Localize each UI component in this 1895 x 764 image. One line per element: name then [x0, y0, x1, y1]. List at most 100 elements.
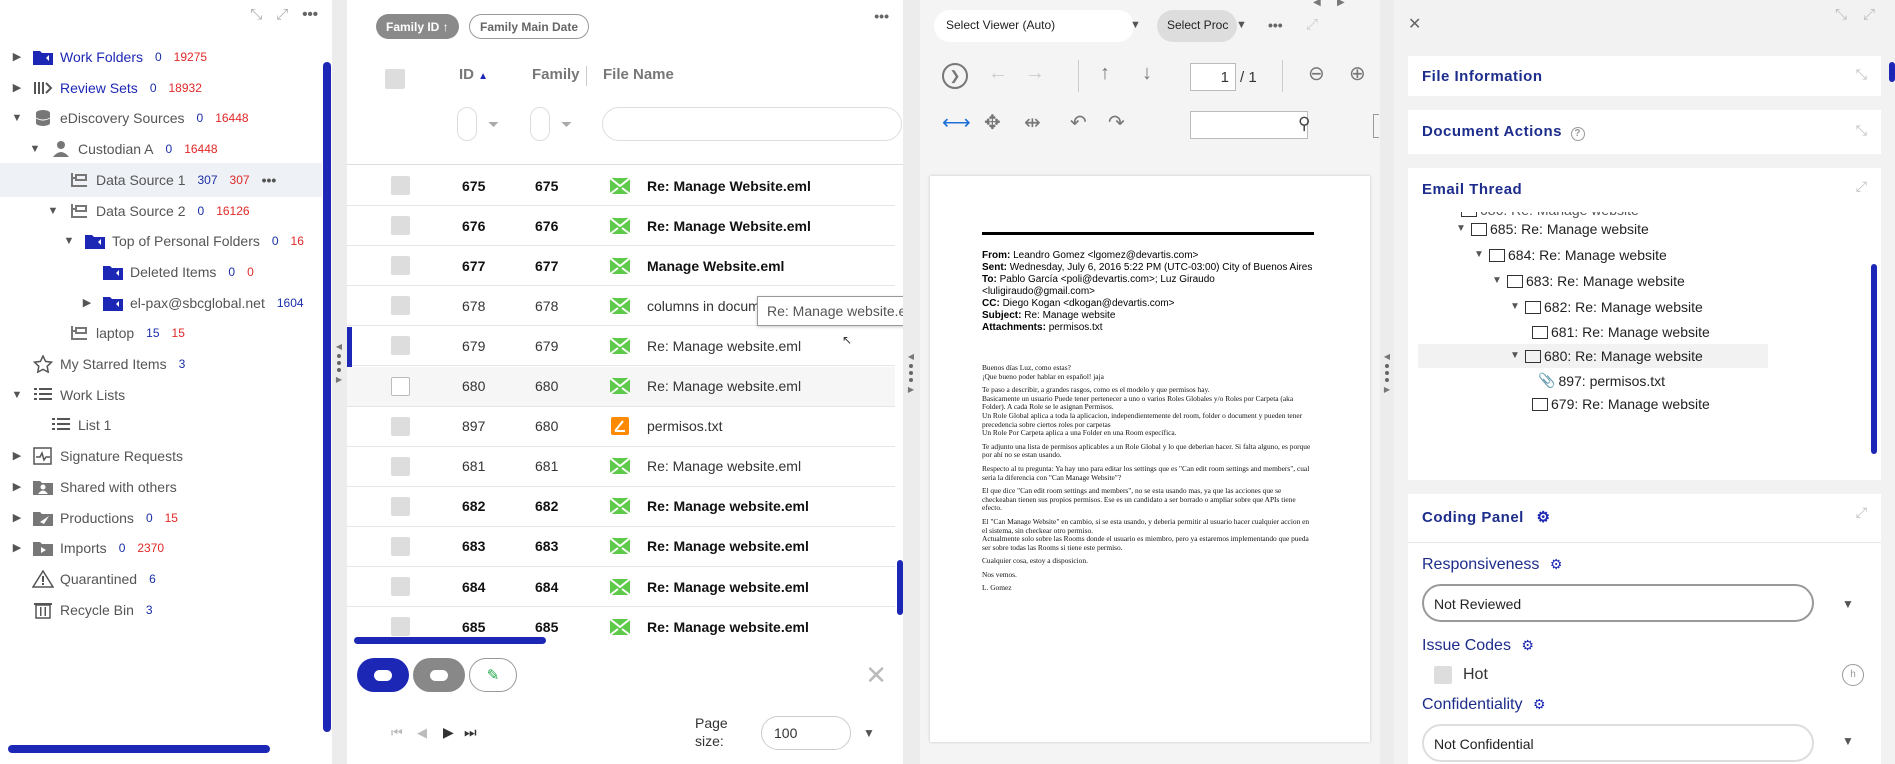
table-row[interactable]: 679 679 Re: Manage website.eml [347, 326, 895, 367]
row-checkbox[interactable] [391, 496, 410, 516]
row-filename[interactable]: Manage Website.eml [647, 258, 895, 274]
thread-item[interactable]: ▼686: Re: Manage website [1444, 212, 1639, 218]
select-all-checkbox[interactable] [385, 69, 405, 89]
filter-icon[interactable]: ⏷ [561, 116, 572, 133]
file-information-title[interactable]: File Information [1422, 68, 1543, 85]
thread-item[interactable]: ▼ 684: Re: Manage website [1472, 247, 1667, 263]
pan-icon[interactable]: ✥ [984, 110, 1001, 135]
thread-item[interactable]: ▼ 685: Re: Manage website [1454, 221, 1649, 237]
tree-item-data-source-2[interactable]: ▼ Data Source 2 0 16126 [0, 194, 322, 228]
zoom-in-icon[interactable]: ⊕ [1349, 61, 1366, 86]
coding-panel-title[interactable]: Coding Panel ⚙ [1422, 508, 1550, 526]
row-checkbox[interactable] [391, 456, 410, 476]
chevron-down-icon[interactable]: ▼ [1236, 19, 1247, 31]
collapse-arrow-icon[interactable]: ▼ [46, 204, 60, 218]
row-filename[interactable]: Re: Manage website.eml [647, 619, 895, 635]
file-information-section[interactable]: File Information ⤡ [1408, 56, 1881, 96]
filter-icon[interactable]: ⏷ [488, 116, 499, 133]
left-splitter[interactable]: ◀ ▶ [332, 0, 347, 764]
zoom-out-icon[interactable]: ⊖ [1308, 61, 1325, 86]
tree-item-productions[interactable]: ▶ Productions 0 15 [0, 501, 322, 535]
gear-icon[interactable]: ⚙ [1521, 637, 1534, 653]
table-row[interactable]: 675 675 Re: Manage Website.eml [347, 166, 895, 206]
collapse-arrow-icon[interactable]: ▼ [1508, 300, 1522, 314]
collapse-arrow-icon[interactable]: ▼ [28, 142, 42, 156]
prev-page-icon[interactable]: ◀ [417, 725, 427, 741]
column-header-filename[interactable]: File Name [603, 66, 674, 83]
row-filename[interactable]: Re: Manage Website.eml [647, 218, 895, 234]
back-arrow-icon[interactable]: ← [988, 62, 1008, 85]
upload-cloud-button[interactable] [357, 658, 409, 692]
tree-item-laptop[interactable]: laptop 15 15 [0, 316, 322, 350]
tree-item-custodian-a[interactable]: ▼ Custodian A 0 16448 [0, 132, 322, 166]
responsiveness-select[interactable]: Not Reviewed [1422, 584, 1814, 622]
gear-icon[interactable]: ⚙ [1550, 556, 1563, 572]
grid-more-options-icon[interactable]: ••• [874, 8, 889, 24]
expand-icon[interactable]: ⤢ [1856, 178, 1867, 195]
id-filter-input[interactable] [457, 107, 477, 141]
gear-icon[interactable]: ⚙ [1537, 509, 1551, 526]
fit-width-icon[interactable]: ⟷ [942, 110, 971, 135]
rotate-left-icon[interactable]: ↶ [1070, 110, 1087, 135]
expand-arrow-icon[interactable]: ▶ [10, 81, 24, 95]
page-size-input[interactable]: 100 [761, 716, 851, 750]
binoculars-icon[interactable]: ⚲ [1298, 114, 1310, 134]
row-checkbox[interactable] [391, 577, 410, 596]
tree-item-top-of-personal-folders[interactable]: ▼ Top of Personal Folders 0 16 [0, 224, 322, 258]
fit-page-icon[interactable]: ⇹ [1024, 110, 1041, 135]
expand-icon[interactable]: ⤢ [276, 6, 288, 23]
tree-item-data-source-1[interactable]: Data Source 1 307 307 ••• [0, 162, 322, 197]
row-checkbox[interactable] [391, 336, 410, 356]
collapse-arrow-icon[interactable]: ▼ [1472, 248, 1486, 262]
page-number-input[interactable]: 1 [1190, 63, 1236, 91]
help-icon[interactable]: ? [1570, 127, 1585, 141]
sort-chip-family-id[interactable]: Family ID ↑ [376, 14, 459, 39]
rotate-right-icon[interactable]: ↷ [1108, 110, 1125, 135]
document-actions-section[interactable]: Document Actions ? ⤡ [1408, 110, 1881, 154]
gear-icon[interactable]: ⚙ [1533, 696, 1546, 712]
sort-chip-family-date[interactable]: Family Main Date [469, 14, 590, 39]
tree-horizontal-scrollbar[interactable] [8, 745, 270, 753]
tree-item-shared-with-others[interactable]: ▶ Shared with others [0, 470, 322, 504]
tree-item-deleted-items[interactable]: Deleted Items 0 0 [0, 255, 322, 289]
more-options-icon[interactable]: ••• [302, 6, 318, 23]
row-checkbox[interactable] [391, 376, 410, 396]
collapse-icon[interactable]: ⤡ [1856, 66, 1867, 83]
tree-item-my-starred-items[interactable]: My Starred Items 3 [0, 347, 322, 381]
tree-item-recycle-bin[interactable]: Recycle Bin 3 [0, 593, 322, 627]
first-page-icon[interactable]: ⏮ [391, 725, 403, 741]
table-row[interactable]: 676 676 Re: Manage Website.eml [347, 206, 895, 247]
thread-item[interactable]: ▼ 680: Re: Manage website [1418, 344, 1768, 368]
grid-horizontal-scrollbar[interactable] [354, 637, 546, 644]
tree-item-work-folders[interactable]: ▶ Work Folders 0 19275 [0, 40, 322, 74]
row-filename[interactable]: Re: Manage website.eml [647, 579, 895, 595]
row-checkbox[interactable] [391, 536, 410, 556]
middle-splitter[interactable]: ◀ ▶ [903, 0, 920, 764]
next-arrow-icon[interactable]: ▶ [1337, 0, 1345, 8]
collapse-icon[interactable]: ⤡ [1856, 122, 1867, 139]
collapse-arrow-icon[interactable]: ▼ [1508, 349, 1522, 363]
table-row[interactable]: 683 683 Re: Manage website.eml [347, 527, 895, 567]
thread-scrollbar[interactable] [1871, 264, 1877, 454]
page-up-icon[interactable]: ↑ [1100, 62, 1110, 85]
expand-arrow-icon[interactable]: ▶ [10, 541, 24, 555]
email-thread-title[interactable]: Email Thread [1422, 181, 1522, 198]
expand-arrow-icon[interactable]: ▶ [10, 480, 24, 494]
row-filename[interactable]: Re: Manage website.eml [647, 538, 895, 554]
close-icon[interactable]: ✕ [865, 660, 887, 691]
tree-item-ediscovery-sources[interactable]: ▼ eDiscovery Sources 0 16448 [0, 101, 322, 135]
last-page-icon[interactable]: ⏭ [464, 724, 477, 741]
collapse-arrow-icon[interactable]: ▼ [10, 388, 24, 402]
filename-filter-input[interactable] [602, 107, 902, 141]
tree-vertical-scrollbar[interactable] [323, 62, 331, 732]
tree-item-work-lists[interactable]: ▼ Work Lists [0, 378, 322, 412]
close-icon[interactable]: ✕ [1408, 14, 1421, 34]
thread-item[interactable]: 679: Re: Manage website [1532, 396, 1710, 412]
expand-icon[interactable]: ⤢ [1856, 504, 1867, 521]
tree-item-review-sets[interactable]: ▶ Review Sets 0 18932 [0, 71, 322, 105]
collapse-arrow-icon[interactable]: ▼ [1454, 222, 1468, 236]
row-filename[interactable]: permisos.txt [647, 418, 895, 434]
confidentiality-select[interactable]: Not Confidential [1422, 724, 1814, 762]
row-filename[interactable]: Re: Manage website.eml [647, 458, 895, 474]
hot-checkbox[interactable] [1434, 666, 1452, 684]
